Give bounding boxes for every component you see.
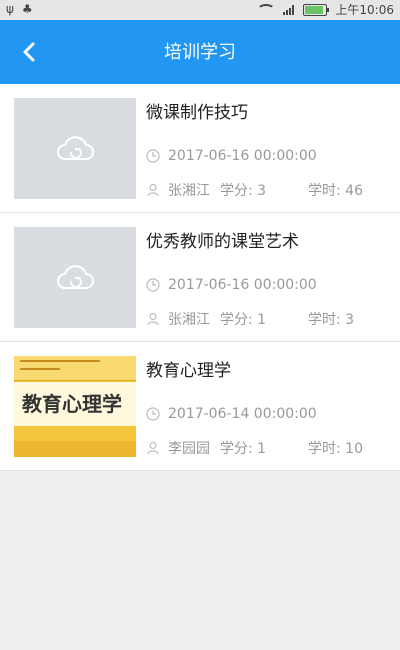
course-date: 2017-06-16 00:00:00 — [146, 277, 317, 293]
course-date-text: 2017-06-14 00:00:00 — [168, 406, 317, 422]
course-hours: 学时: 46 — [308, 183, 363, 199]
course-author: 李园园 — [168, 441, 210, 457]
battery-icon — [303, 3, 330, 16]
course-meta: 李园园 学分: 1 学时: 10 — [146, 438, 386, 458]
cover-title: 教育心理学 — [22, 392, 122, 416]
course-meta: 张湘江 学分: 3 学时: 46 — [146, 180, 386, 200]
course-date: 2017-06-16 00:00:00 — [146, 148, 317, 164]
course-date: 2017-06-14 00:00:00 — [146, 406, 317, 422]
course-credit: 学分: 1 — [220, 312, 267, 328]
user-icon — [147, 441, 159, 455]
cover-line — [20, 368, 60, 370]
course-date-text: 2017-06-16 00:00:00 — [168, 148, 317, 164]
course-date-text: 2017-06-16 00:00:00 — [168, 277, 317, 293]
course-title: 教育心理学 — [146, 361, 231, 381]
course-cover: 教育心理学 — [14, 356, 136, 457]
battery-level — [305, 5, 323, 14]
course-item[interactable]: 教育心理学 教育心理学 2017-06-14 00:00:00 李园园 学分: … — [0, 342, 400, 471]
cloud-image-icon — [57, 264, 94, 289]
wifi-icon — [257, 3, 276, 16]
course-credit: 学分: 3 — [220, 183, 267, 199]
status-icons-left: ψ ♣ — [6, 2, 33, 16]
status-time: 上午10:06 — [335, 3, 394, 17]
user-icon — [147, 183, 159, 197]
course-author: 张湘江 — [168, 312, 210, 328]
course-item[interactable]: 微课制作技巧 2017-06-16 00:00:00 张湘江 学分: 3 学时:… — [0, 84, 400, 213]
course-thumbnail-placeholder — [14, 98, 136, 199]
course-hours: 学时: 3 — [308, 312, 355, 328]
signal-icon — [283, 4, 295, 15]
status-icons-right: 上午10:06 — [257, 1, 394, 18]
status-bar: ψ ♣ 上午10:06 — [0, 0, 400, 20]
page-title: 培训学习 — [164, 42, 236, 63]
user-icon — [147, 312, 159, 326]
clock-icon — [146, 278, 160, 292]
clock-icon — [146, 407, 160, 421]
course-title: 微课制作技巧 — [146, 103, 248, 123]
course-author: 张湘江 — [168, 183, 210, 199]
app-header: 培训学习 — [0, 20, 400, 84]
book-cover-image: 教育心理学 — [14, 356, 136, 457]
android-icon: ♣ — [21, 2, 33, 16]
course-thumbnail-placeholder — [14, 227, 136, 328]
course-meta: 张湘江 学分: 1 学时: 3 — [146, 309, 386, 329]
course-list: 微课制作技巧 2017-06-16 00:00:00 张湘江 学分: 3 学时:… — [0, 84, 400, 471]
cloud-image-icon — [57, 135, 94, 160]
clock-icon — [146, 149, 160, 163]
cover-line — [20, 360, 100, 362]
course-credit: 学分: 1 — [220, 441, 267, 457]
course-item[interactable]: 优秀教师的课堂艺术 2017-06-16 00:00:00 张湘江 学分: 1 … — [0, 213, 400, 342]
usb-icon: ψ — [6, 2, 14, 16]
course-hours: 学时: 10 — [308, 441, 363, 457]
course-title: 优秀教师的课堂艺术 — [146, 232, 299, 252]
cover-bottom-band — [14, 441, 136, 457]
